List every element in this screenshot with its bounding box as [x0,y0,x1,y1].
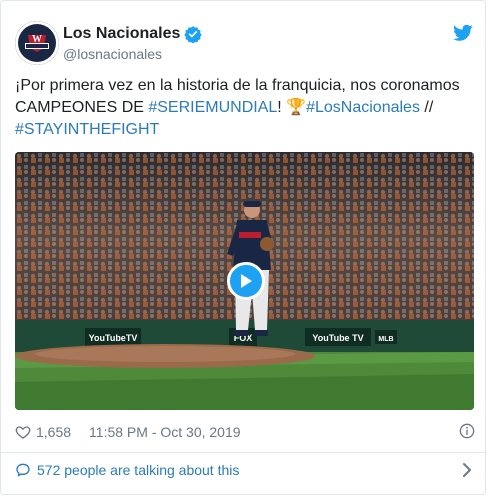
chat-bubble-icon [16,463,30,477]
play-button[interactable] [227,262,265,300]
hashtag-link[interactable]: #STAYINTHEFIGHT [15,121,159,138]
tweet-text-segment: ! [277,99,287,116]
nationals-champions-logo: W [15,21,59,65]
video-player[interactable]: YouTubeTV YouTube TV MLB FOX [15,152,474,410]
tweet-header: W Los Nacionales @losnacionales [15,18,475,66]
tweet-timestamp[interactable]: 11:58 PM - Oct 30, 2019 [89,424,241,440]
hashtag-link[interactable]: #SERIEMUNDIAL [148,99,277,116]
chevron-right-icon[interactable] [461,462,473,478]
heart-icon[interactable] [15,424,31,440]
ad-text: MLB [378,336,393,343]
play-icon [241,274,252,288]
divider [1,452,485,453]
conversation-link[interactable]: 572 people are talking about this [15,459,475,481]
like-count[interactable]: 1,658 [36,424,71,440]
avatar[interactable]: W [15,21,59,65]
tweet-text: ¡Por primera vez en la historia de la fr… [15,75,470,141]
talking-text[interactable]: 572 people are talking about this [37,462,239,478]
author-name-row[interactable]: Los Nacionales [63,25,203,43]
svg-text:W: W [32,34,42,45]
info-icon[interactable] [459,423,475,439]
hashtag-link[interactable]: #LosNacionales [306,99,420,116]
author-handle[interactable]: @losnacionales [63,46,162,62]
trophy-emoji: 🏆 [286,99,307,116]
tweet-meta: 1,658 11:58 PM - Oct 30, 2019 [15,421,475,443]
tweet-card: W Los Nacionales @losnacionales ¡Por pri… [0,0,486,495]
twitter-bird-icon[interactable] [453,24,473,42]
author-name[interactable]: Los Nacionales [63,25,180,43]
tweet-text-segment: // [419,99,434,116]
verified-badge-icon [184,26,203,43]
ad-text: YouTube TV [312,333,363,343]
ad-text: YouTubeTV [89,333,138,343]
